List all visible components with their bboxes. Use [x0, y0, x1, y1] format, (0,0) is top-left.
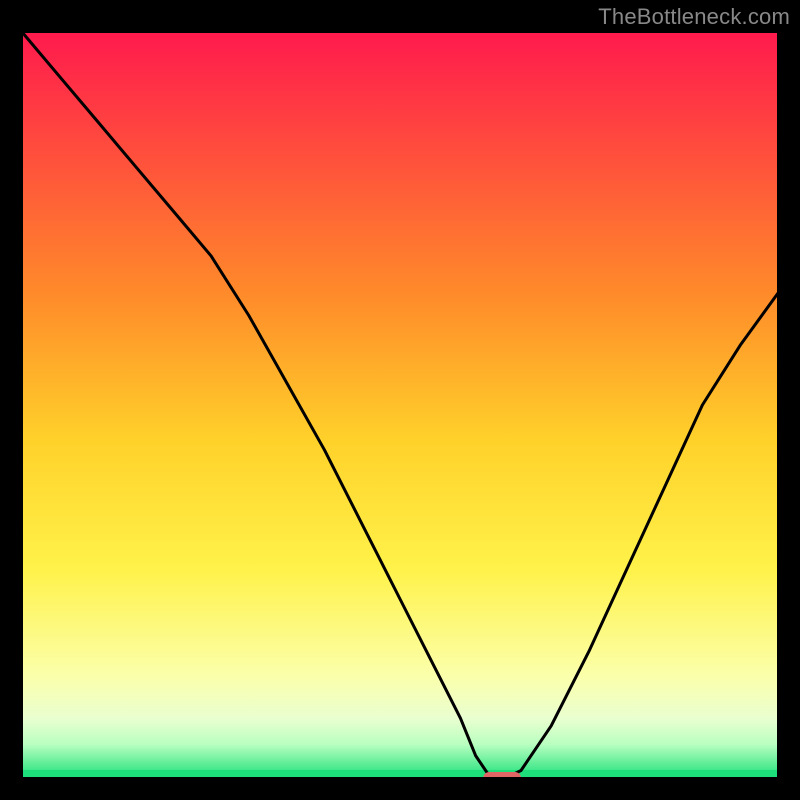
plot-frame [20, 30, 780, 780]
green-baseline-band [22, 770, 778, 778]
stage: TheBottleneck.com [0, 0, 800, 800]
heatmap-background [22, 32, 778, 778]
bottleneck-chart [20, 30, 780, 780]
attribution-text: TheBottleneck.com [598, 4, 790, 30]
